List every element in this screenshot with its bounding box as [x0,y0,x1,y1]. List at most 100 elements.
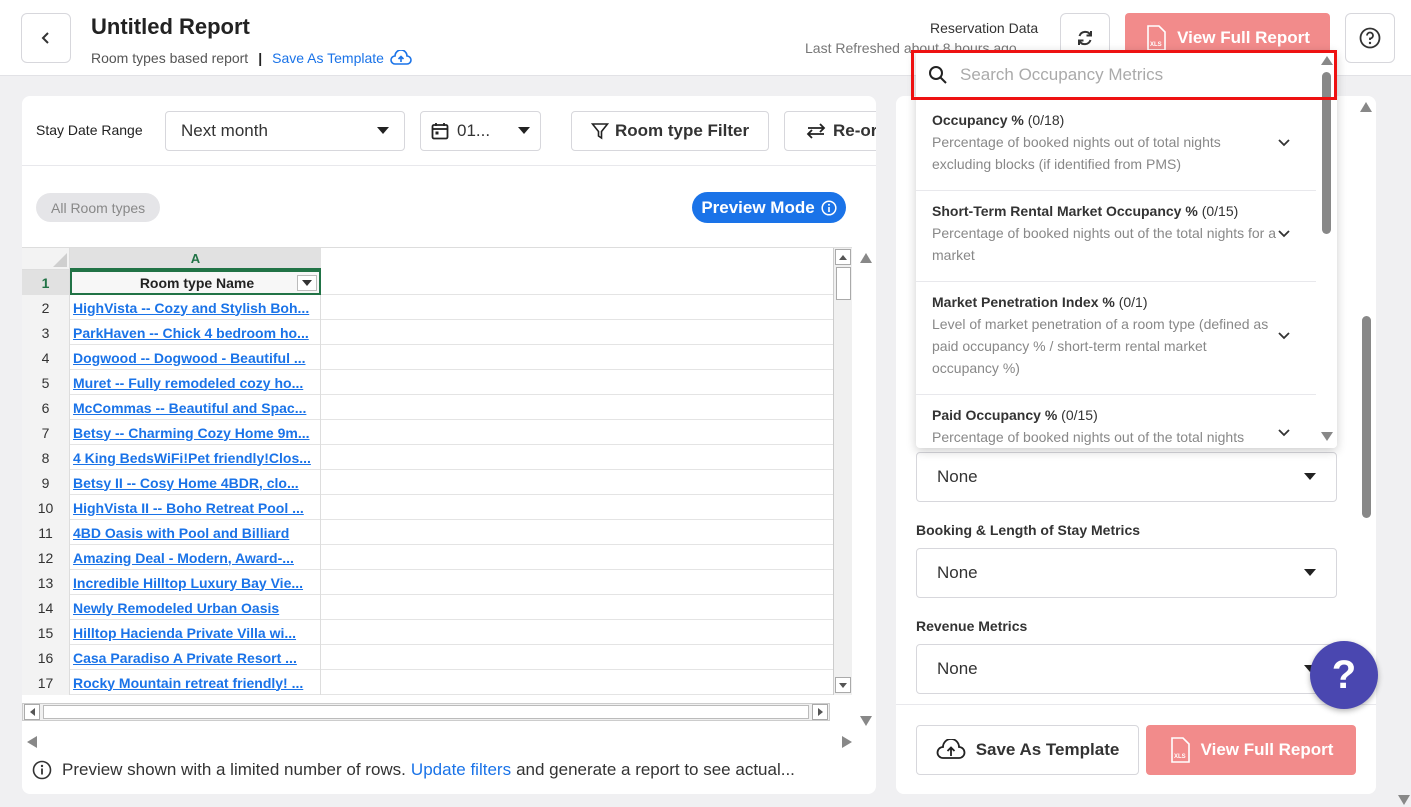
table-row: 10 HighVista II -- Boho Retreat Pool ... [22,495,852,520]
info-icon [32,760,52,780]
room-type-name-cell[interactable]: McCommas -- Beautiful and Spac... [70,395,321,420]
row-number[interactable]: 16 [22,645,70,670]
metric-description: Percentage of booked nights out of total… [932,134,1221,172]
row-number[interactable]: 7 [22,420,70,445]
scroll-right-button[interactable] [812,704,828,720]
occupancy-metric-option[interactable]: Market Penetration Index % (0/1) Level of… [916,282,1316,395]
metric-title: Occupancy % (0/18) [932,112,1276,128]
row-number[interactable]: 14 [22,595,70,620]
date-picker[interactable]: 01... [420,111,541,151]
date-value: 01... [457,121,491,140]
booking-metrics-select[interactable]: None [916,548,1337,598]
report-title[interactable]: Untitled Report [91,14,250,40]
row-number[interactable]: 3 [22,320,70,345]
all-room-types-chip[interactable]: All Room types [36,193,161,222]
reorder-button[interactable]: Re-or [784,111,876,151]
view-full-report-label-top: View Full Report [1177,28,1310,47]
horizontal-scroll-thumb[interactable] [43,705,809,719]
occupancy-metric-option[interactable]: Short-Term Rental Market Occupancy % (0/… [916,191,1316,282]
scroll-down-button[interactable] [835,677,851,693]
stay-date-range-label: Stay Date Range [36,122,143,138]
room-type-name-cell[interactable]: HighVista II -- Boho Retreat Pool ... [70,495,321,520]
row-number[interactable]: 9 [22,470,70,495]
outer-scroll-up-icon[interactable] [860,253,872,263]
save-as-template-button-label: Save As Template [975,740,1120,759]
row-number[interactable]: 5 [22,370,70,395]
room-type-name-cell[interactable]: Muret -- Fully remodeled cozy ho... [70,370,321,395]
row-number[interactable]: 8 [22,445,70,470]
room-type-name-cell[interactable]: Rocky Mountain retreat friendly! ... [70,670,321,695]
room-type-name-header[interactable]: Room type Name [70,270,321,295]
room-type-name-cell[interactable]: Hilltop Hacienda Private Villa wi... [70,620,321,645]
save-as-template-button[interactable]: Save As Template [916,725,1139,775]
caret-left-icon [29,708,35,716]
panel-scroll-right-icon[interactable] [842,736,852,748]
update-filters-link[interactable]: Update filters [411,760,511,780]
room-type-name-cell[interactable]: ParkHaven -- Chick 4 bedroom ho... [70,320,321,345]
row-number[interactable]: 12 [22,545,70,570]
preview-mode-button[interactable]: Preview Mode [692,192,846,223]
occupancy-metrics-select[interactable]: None [916,452,1337,502]
chevron-down-icon[interactable] [1278,332,1290,340]
row-number[interactable]: 1 [22,270,70,295]
row-number[interactable]: 6 [22,395,70,420]
footer-note-text-2: and generate a report to see actual... [516,760,795,779]
scroll-up-button[interactable] [835,249,851,265]
row-number[interactable]: 13 [22,570,70,595]
help-chat-bubble[interactable]: ? [1310,641,1378,709]
dropdown-scrollbar[interactable] [1316,50,1337,448]
row-number[interactable]: 11 [22,520,70,545]
table-header-row: 1 Room type Name [22,270,852,295]
page-scroll-thumb[interactable] [1362,316,1371,518]
grid-horizontal-scrollbar[interactable] [22,703,830,721]
save-as-template-link[interactable]: Save As Template [272,50,412,66]
row-number[interactable]: 2 [22,295,70,320]
row-number[interactable]: 17 [22,670,70,695]
room-type-name-cell[interactable]: Amazing Deal - Modern, Award-... [70,545,321,570]
room-type-name-cell[interactable]: Betsy II -- Cosy Home 4BDR, clo... [70,470,321,495]
revenue-metrics-select[interactable]: None [916,644,1337,694]
room-type-name-cell[interactable]: Dogwood -- Dogwood - Beautiful ... [70,345,321,370]
help-circle-icon [1359,27,1381,49]
page-scroll-down-icon[interactable] [1398,795,1410,805]
occupancy-metric-option[interactable]: Occupancy % (0/18) Percentage of booked n… [916,100,1316,191]
chevron-down-icon[interactable] [1278,230,1290,238]
caret-down-icon[interactable] [1321,432,1333,441]
column-header-a[interactable]: A [70,248,321,270]
table-row: 11 4BD Oasis with Pool and Billiard [22,520,852,545]
grid-vertical-scrollbar[interactable] [833,248,852,695]
stay-date-range-select[interactable]: Next month [165,111,405,151]
outer-scroll-down-icon[interactable] [860,716,872,726]
room-type-name-cell[interactable]: Casa Paradiso A Private Resort ... [70,645,321,670]
row-number[interactable]: 10 [22,495,70,520]
page-scroll-up-icon[interactable] [1360,102,1372,112]
caret-right-icon [817,708,823,716]
room-type-name-cell[interactable]: Betsy -- Charming Cozy Home 9m... [70,420,321,445]
room-type-name-cell[interactable]: Newly Remodeled Urban Oasis [70,595,321,620]
back-button[interactable] [21,13,71,63]
revenue-metrics-value: None [937,659,978,678]
row-number[interactable]: 4 [22,345,70,370]
room-type-name-cell[interactable]: 4 King BedsWiFi!Pet friendly!Clos... [70,445,321,470]
select-all-corner[interactable] [22,248,70,270]
metric-title-text: Occupancy % [932,112,1024,128]
refresh-icon [1078,30,1092,46]
row-number[interactable]: 15 [22,620,70,645]
help-button[interactable] [1345,13,1395,63]
metric-count: (0/1) [1118,294,1148,310]
occupancy-metric-option[interactable]: Paid Occupancy % (0/15) Percentage of boo… [916,395,1316,448]
scroll-left-button[interactable] [24,704,40,720]
booking-metrics-label: Booking & Length of Stay Metrics [916,522,1141,538]
column-filter-dropdown[interactable] [297,275,317,291]
table-row: 5 Muret -- Fully remodeled cozy ho... [22,370,852,395]
room-type-name-cell[interactable]: HighVista -- Cozy and Stylish Boh... [70,295,321,320]
room-type-name-cell[interactable]: Incredible Hilltop Luxury Bay Vie... [70,570,321,595]
panel-scroll-left-icon[interactable] [27,736,37,748]
chevron-down-icon[interactable] [1278,428,1290,437]
table-row: 2 HighVista -- Cozy and Stylish Boh... [22,295,852,320]
view-full-report-button[interactable]: XLS View Full Report [1146,725,1356,775]
vertical-scroll-thumb[interactable] [836,267,851,300]
chevron-down-icon[interactable] [1278,139,1290,147]
room-type-name-cell[interactable]: 4BD Oasis with Pool and Billiard [70,520,321,545]
room-type-filter-button[interactable]: Room type Filter [571,111,769,151]
